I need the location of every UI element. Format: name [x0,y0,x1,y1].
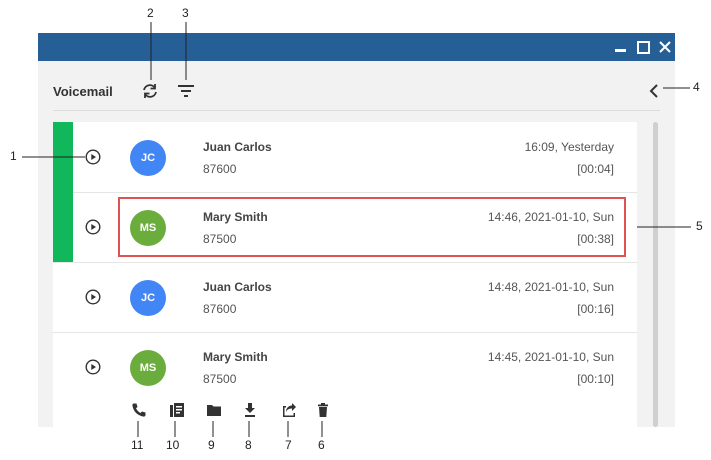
callout-11: 11 [131,438,144,452]
forward-icon[interactable] [281,402,297,418]
delete-icon[interactable] [315,402,331,418]
voicemail-list: JC Juan Carlos 87600 16:09, Yesterday [0… [53,122,637,427]
transcript-icon[interactable] [169,402,185,418]
caller-name: Mary Smith [203,350,268,364]
caller-number: 87600 [203,162,237,176]
play-icon[interactable] [85,219,101,235]
callout-7: 7 [285,438,292,452]
voicemail-duration: [00:04] [577,162,614,176]
header-divider [53,110,660,111]
callout-3: 3 [182,6,189,20]
caller-number: 87500 [203,372,237,386]
avatar: JC [130,280,166,316]
unread-indicator [53,192,73,262]
play-icon[interactable] [85,149,101,165]
voicemail-time: 14:48, 2021-01-10, Sun [487,280,614,294]
chevron-left-icon[interactable] [645,80,663,102]
avatar: MS [130,350,166,386]
title-bar [38,33,675,61]
caller-name: Juan Carlos [203,140,272,154]
minimize-icon[interactable] [612,38,628,56]
refresh-icon[interactable] [139,80,161,102]
callout-8: 8 [245,438,252,452]
voicemail-duration: [00:10] [577,372,614,386]
avatar: JC [130,140,166,176]
callout-5: 5 [696,219,703,233]
caller-number: 87600 [203,302,237,316]
callout-9: 9 [208,438,215,452]
voicemail-time: 16:09, Yesterday [524,140,614,154]
folder-icon[interactable] [206,402,222,418]
callout-10: 10 [166,438,180,452]
play-icon[interactable] [85,289,101,305]
close-icon[interactable] [657,38,673,56]
unread-indicator [53,122,73,192]
filter-icon[interactable] [175,80,197,102]
play-icon[interactable] [85,359,101,375]
page-title: Voicemail [53,84,113,99]
call-icon[interactable] [131,402,147,418]
voicemail-duration: [00:16] [577,302,614,316]
highlight-box [118,197,626,257]
callout-4: 4 [693,80,700,94]
callout-2: 2 [147,6,154,20]
voicemail-time: 14:45, 2021-01-10, Sun [487,350,614,364]
voicemail-row[interactable]: JC Juan Carlos 87600 14:48, 2021-01-10, … [53,262,637,333]
caller-name: Juan Carlos [203,280,272,294]
scrollbar-thumb[interactable] [653,122,658,427]
voicemail-row[interactable]: JC Juan Carlos 87600 16:09, Yesterday [0… [53,122,637,193]
download-icon[interactable] [242,402,258,418]
callout-6: 6 [318,438,325,452]
callout-1: 1 [10,149,17,163]
maximize-icon[interactable] [635,38,651,56]
